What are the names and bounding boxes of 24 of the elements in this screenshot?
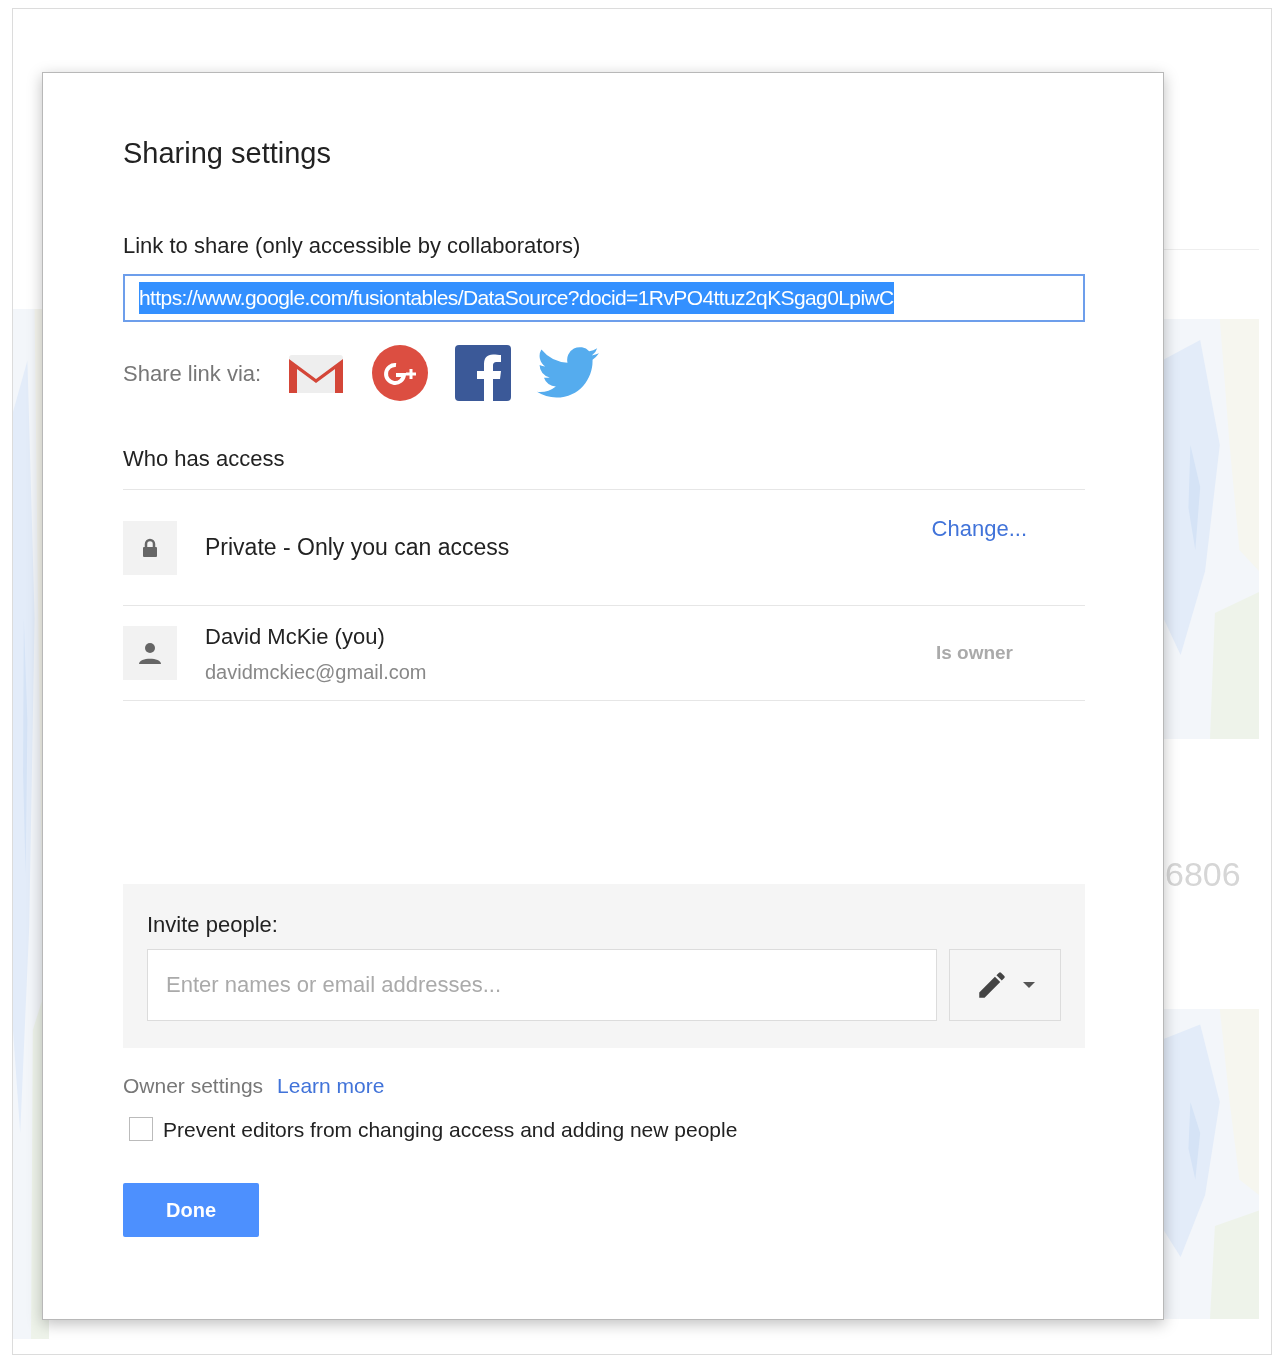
invite-field[interactable]: Enter names or email addresses... <box>147 949 937 1021</box>
invite-label: Invite people: <box>147 911 279 939</box>
checkbox[interactable] <box>129 1117 153 1142</box>
lock-icon <box>123 520 177 575</box>
link-label: Link to share (only accessible by collaborators) <box>123 232 582 260</box>
share-label: Share link via: <box>123 359 262 388</box>
done-button[interactable]: Done <box>123 1183 259 1237</box>
email-text: davidmckiec@gmail.com <box>205 659 428 685</box>
access-title: David McKie (you) <box>205 622 386 651</box>
google-plus-icon[interactable] <box>371 344 430 402</box>
checkbox-label: Prevent editors from changing access and adding new people <box>163 1116 738 1143</box>
person-icon <box>123 626 177 680</box>
change-link[interactable]: Change... <box>931 512 1027 545</box>
learn-more-link[interactable]: Learn more <box>277 1070 385 1102</box>
dialog-title: Sharing settings <box>123 136 332 171</box>
access-title: Private - Only you can access <box>205 533 511 563</box>
caret-icon <box>1023 982 1035 988</box>
role-text: Is owner <box>935 640 1013 665</box>
permission-button[interactable] <box>949 949 1061 1021</box>
bird-icon[interactable] <box>537 347 600 399</box>
access-heading: Who has access <box>123 442 1085 490</box>
link-field[interactable]: https://www.google.com/fusiontables/DataSource?docid=1RvPO4ttuz2qKSgag0LpiwC <box>123 274 1085 322</box>
facebook-icon[interactable] <box>455 345 512 401</box>
owner-settings-label: Owner settings <box>123 1073 264 1099</box>
